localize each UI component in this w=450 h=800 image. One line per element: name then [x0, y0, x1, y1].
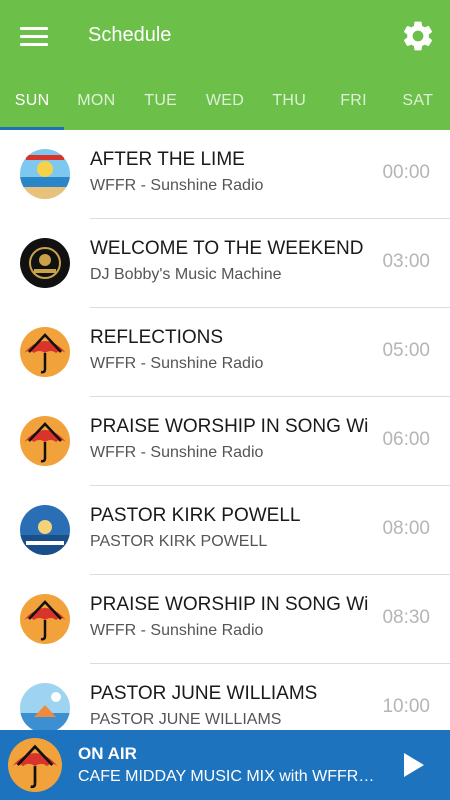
dj-logo-icon [20, 238, 70, 288]
show-host: PASTOR JUNE WILLIAMS [90, 711, 282, 728]
show-time: 10:00 [382, 696, 430, 717]
tab-sat[interactable]: SAT [386, 72, 450, 130]
show-host: PASTOR KIRK POWELL [90, 533, 268, 550]
now-playing-title: CAFE MIDDAY MUSIC MIX with WFFR - Sunshi… [78, 768, 378, 785]
now-playing-bar[interactable]: ON AIR CAFE MIDDAY MUSIC MIX with WFFR -… [0, 730, 450, 800]
umbrella-logo-icon [20, 416, 70, 466]
show-title: WELCOME TO THE WEEKEND W [90, 238, 368, 259]
schedule-item[interactable]: REFLECTIONS WFFR - Sunshine Radio 05:00 [0, 308, 450, 397]
show-host: DJ Bobby's Music Machine [90, 266, 282, 283]
show-time: 03:00 [382, 251, 430, 272]
schedule-item[interactable]: PASTOR KIRK POWELL PASTOR KIRK POWELL 08… [0, 486, 450, 575]
tab-sun[interactable]: SUN [0, 72, 65, 130]
show-host: WFFR - Sunshine Radio [90, 177, 264, 194]
tab-mon[interactable]: MON [64, 72, 128, 130]
beach-logo-icon [20, 149, 70, 199]
show-time: 06:00 [382, 429, 430, 450]
show-title: PRAISE WORSHIP IN SONG Wit [90, 416, 368, 437]
hamburger-menu-icon[interactable] [20, 25, 50, 47]
schedule-item[interactable]: WELCOME TO THE WEEKEND W DJ Bobby's Musi… [0, 219, 450, 308]
schedule-list: AFTER THE LIME WFFR - Sunshine Radio 00:… [0, 130, 450, 730]
show-title: REFLECTIONS [90, 327, 224, 348]
show-title: PASTOR KIRK POWELL [90, 505, 301, 526]
umbrella-logo-icon [8, 738, 62, 792]
schedule-item[interactable]: PRAISE WORSHIP IN SONG Wit WFFR - Sunshi… [0, 397, 450, 486]
show-title: PASTOR JUNE WILLIAMS [90, 683, 318, 704]
show-title: AFTER THE LIME [90, 149, 245, 170]
page-title: Schedule [88, 24, 172, 46]
sky-logo-icon [20, 683, 70, 730]
show-time: 05:00 [382, 340, 430, 361]
show-title: PRAISE WORSHIP IN SONG Wit [90, 594, 368, 615]
umbrella-logo-icon [20, 594, 70, 644]
show-time: 00:00 [382, 162, 430, 183]
show-host: WFFR - Sunshine Radio [90, 355, 264, 372]
on-air-label: ON AIR [78, 744, 137, 763]
tab-fri[interactable]: FRI [321, 72, 385, 130]
play-icon[interactable] [402, 752, 426, 778]
show-time: 08:00 [382, 518, 430, 539]
schedule-item[interactable]: PASTOR JUNE WILLIAMS PASTOR JUNE WILLIAM… [0, 664, 450, 730]
tab-thu[interactable]: THU [257, 72, 321, 130]
app-bar: Schedule SUN MON TUE WED THU FRI SAT [0, 0, 450, 130]
show-host: WFFR - Sunshine Radio [90, 622, 264, 639]
toolbar: Schedule [0, 0, 450, 72]
tab-tue[interactable]: TUE [129, 72, 193, 130]
schedule-item[interactable]: AFTER THE LIME WFFR - Sunshine Radio 00:… [0, 130, 450, 219]
gear-icon[interactable] [400, 18, 436, 54]
umbrella-logo-icon [20, 327, 70, 377]
tab-wed[interactable]: WED [193, 72, 257, 130]
show-time: 08:30 [382, 607, 430, 628]
show-host: WFFR - Sunshine Radio [90, 444, 264, 461]
day-tabs: SUN MON TUE WED THU FRI SAT [0, 72, 450, 130]
schedule-item[interactable]: PRAISE WORSHIP IN SONG Wit WFFR - Sunshi… [0, 575, 450, 664]
praise-logo-icon [20, 505, 70, 555]
